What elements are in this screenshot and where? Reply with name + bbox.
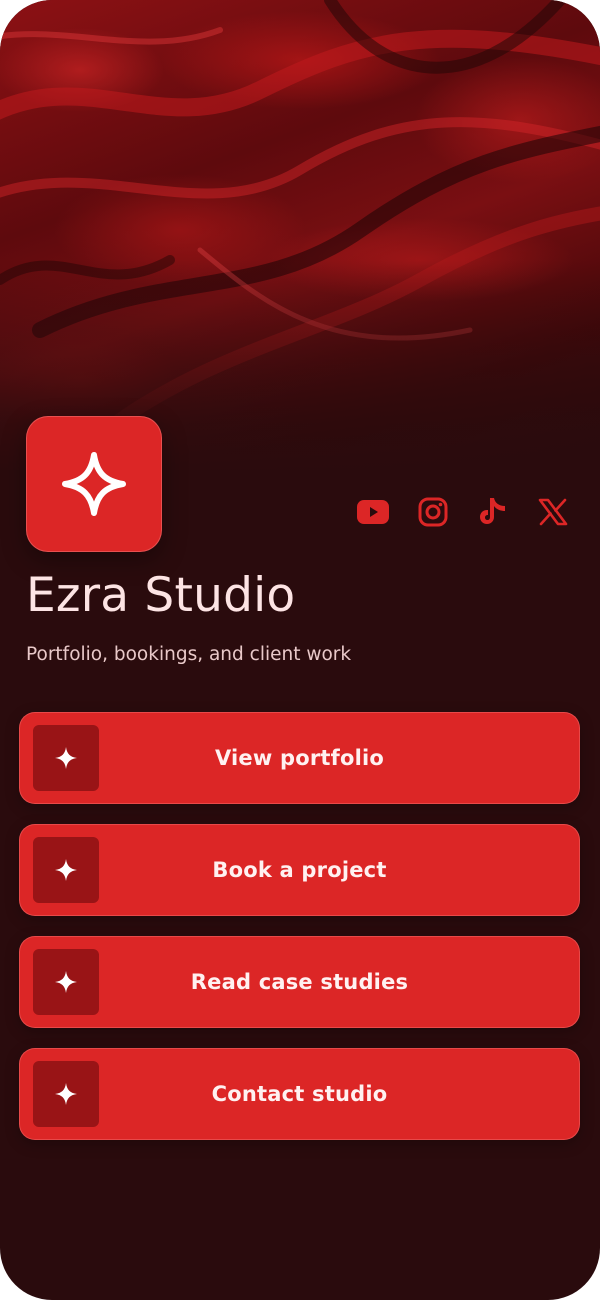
profile-tagline: Portfolio, bookings, and client work bbox=[26, 644, 352, 665]
sparkle-icon bbox=[33, 725, 99, 791]
instagram-icon[interactable] bbox=[416, 495, 450, 529]
link-label: View portfolio bbox=[214, 746, 385, 770]
sparkle-icon bbox=[62, 452, 126, 516]
link-view-portfolio[interactable]: View portfolio bbox=[19, 712, 580, 804]
cover-image bbox=[0, 0, 600, 480]
social-links bbox=[356, 495, 570, 529]
link-list: View portfolio Book a project Read case … bbox=[19, 712, 580, 1160]
link-label: Read case studies bbox=[190, 970, 409, 994]
link-case-studies[interactable]: Read case studies bbox=[19, 936, 580, 1028]
sparkle-icon bbox=[33, 949, 99, 1015]
sparkle-icon bbox=[33, 837, 99, 903]
link-label: Book a project bbox=[212, 858, 387, 882]
tiktok-icon[interactable] bbox=[476, 495, 510, 529]
link-label: Contact studio bbox=[211, 1082, 388, 1106]
profile-page: Ezra Studio Portfolio, bookings, and cli… bbox=[0, 0, 600, 1300]
x-icon[interactable] bbox=[536, 495, 570, 529]
link-book-project[interactable]: Book a project bbox=[19, 824, 580, 916]
profile-name: Ezra Studio bbox=[26, 568, 296, 623]
sparkle-icon bbox=[33, 1061, 99, 1127]
profile-avatar bbox=[26, 416, 162, 552]
link-contact-studio[interactable]: Contact studio bbox=[19, 1048, 580, 1140]
youtube-icon[interactable] bbox=[356, 495, 390, 529]
